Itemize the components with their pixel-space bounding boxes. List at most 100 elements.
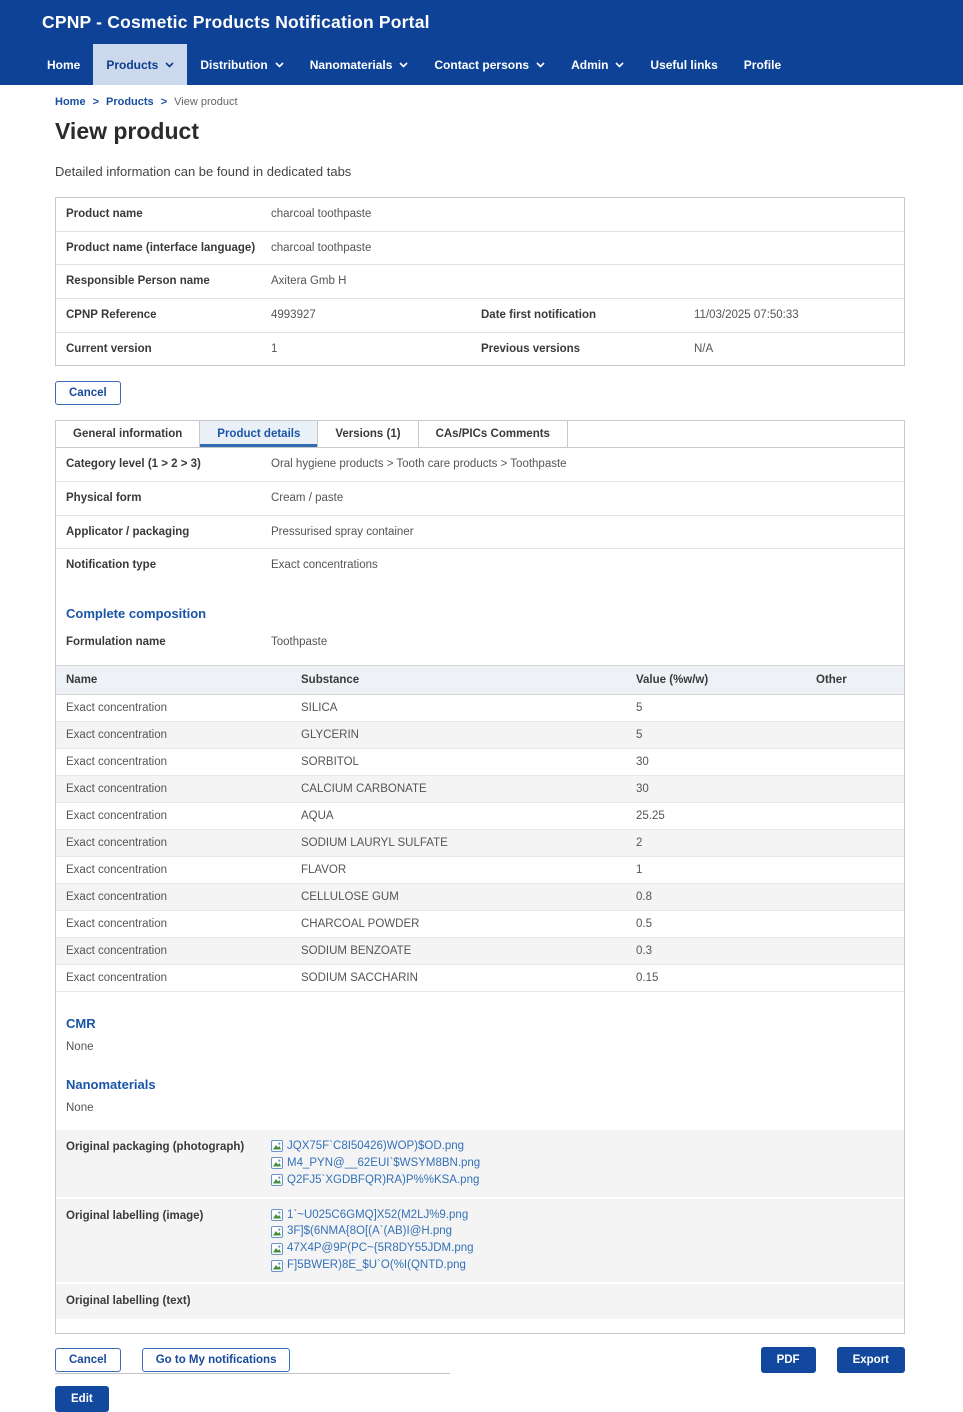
file-link[interactable]: F]5BWER)8E_$U`O(%I(QNTD.png — [271, 1258, 474, 1273]
file-link[interactable]: Q2FJ5`XGDBFQR)RA)P%%KSA.png — [271, 1173, 480, 1188]
row-name: Exact concentration — [56, 729, 301, 741]
main-nav: Home Products Distribution Nanomaterials… — [0, 44, 963, 85]
row-substance: SORBITOL — [301, 756, 636, 768]
image-file-icon — [271, 1140, 283, 1152]
row-other — [816, 729, 904, 741]
nav-item-nanomaterials[interactable]: Nanomaterials — [297, 44, 422, 85]
chevron-down-icon — [536, 62, 545, 68]
page-title: View product — [55, 118, 905, 145]
composition-table: Name Substance Value (%w/w) Other Exact … — [56, 665, 904, 992]
row-other — [816, 702, 904, 714]
row-other — [816, 810, 904, 822]
breadcrumb-link-home[interactable]: Home — [55, 96, 86, 108]
date-first-notification-value: 11/03/2025 07:50:33 — [694, 307, 799, 324]
file-link[interactable]: 3F]$(6NMA{8O[(A`(AB)I@H.png — [271, 1224, 474, 1239]
file-name: JQX75F`C8I50426)WOP)$OD.png — [287, 1139, 464, 1154]
product-tab-panel: General information Product details Vers… — [55, 420, 905, 1334]
row-substance: SODIUM BENZOATE — [301, 945, 636, 957]
nav-item-profile[interactable]: Profile — [731, 44, 794, 85]
row-name: Exact concentration — [56, 702, 301, 714]
tab-versions[interactable]: Versions (1) — [318, 421, 418, 447]
row-substance: AQUA — [301, 810, 636, 822]
image-file-icon — [271, 1174, 283, 1186]
complete-composition-heading: Complete composition — [66, 606, 904, 621]
detail-row-applicator: Applicator / packaging Pressurised spray… — [56, 516, 904, 550]
detail-row-physical-form: Physical form Cream / paste — [56, 482, 904, 516]
file-link[interactable]: 1`~U025C6GMQ]X52(M2LJ%9.png — [271, 1208, 474, 1223]
image-file-icon — [271, 1260, 283, 1272]
file-link[interactable]: 47X4P@9P(PC~{5R8DY55JDM.png — [271, 1241, 474, 1256]
row-name: Exact concentration — [56, 918, 301, 930]
table-row: Exact concentrationSILICA5 — [56, 695, 904, 722]
table-row: Exact concentrationFLAVOR1 — [56, 857, 904, 884]
table-row: Exact concentrationAQUA25.25 — [56, 803, 904, 830]
cmr-heading: CMR — [66, 1016, 904, 1031]
tab-general-information[interactable]: General information — [56, 421, 200, 447]
pdf-button[interactable]: PDF — [761, 1347, 816, 1373]
row-substance: CHARCOAL POWDER — [301, 918, 636, 930]
nav-item-label: Contact persons — [434, 58, 529, 72]
row-substance: CALCIUM CARBONATE — [301, 783, 636, 795]
edit-button[interactable]: Edit — [55, 1386, 109, 1412]
file-name: F]5BWER)8E_$U`O(%I(QNTD.png — [287, 1258, 466, 1273]
nav-item-products[interactable]: Products — [93, 44, 187, 85]
packaging-files: JQX75F`C8I50426)WOP)$OD.png M4_PYN@__62E… — [271, 1139, 480, 1188]
cancel-button-bottom[interactable]: Cancel — [55, 1348, 121, 1372]
cpnp-reference-value: 4993927 — [271, 307, 481, 324]
product-name-interface-label: Product name (interface language) — [56, 240, 271, 257]
nav-item-useful-links[interactable]: Useful links — [637, 44, 730, 85]
product-name-interface-value: charcoal toothpaste — [271, 240, 371, 257]
nav-item-home[interactable]: Home — [34, 44, 93, 85]
chevron-down-icon — [165, 62, 174, 68]
row-name: Exact concentration — [56, 783, 301, 795]
nav-item-admin[interactable]: Admin — [558, 44, 637, 85]
row-value: 1 — [636, 864, 816, 876]
nav-item-label: Products — [106, 58, 158, 72]
breadcrumb-current: View product — [174, 96, 237, 108]
file-link[interactable]: M4_PYN@__62EUI`$WSYM8BN.png — [271, 1156, 480, 1171]
row-name: Exact concentration — [56, 891, 301, 903]
attachment-row-labelling-text: Original labelling (text) — [56, 1284, 904, 1319]
image-file-icon — [271, 1209, 283, 1221]
row-substance: CELLULOSE GUM — [301, 891, 636, 903]
category-level-label: Category level (1 > 2 > 3) — [56, 456, 271, 473]
nav-item-label: Admin — [571, 58, 608, 72]
export-button[interactable]: Export — [837, 1347, 905, 1373]
row-other — [816, 837, 904, 849]
nav-item-distribution[interactable]: Distribution — [187, 44, 296, 85]
file-link[interactable]: JQX75F`C8I50426)WOP)$OD.png — [271, 1139, 480, 1154]
image-file-icon — [271, 1226, 283, 1238]
image-file-icon — [271, 1243, 283, 1255]
column-header-name: Name — [56, 674, 301, 686]
detail-row-notification-type: Notification type Exact concentrations — [56, 549, 904, 582]
row-value: 0.5 — [636, 918, 816, 930]
row-other — [816, 891, 904, 903]
tab-cas-pics-comments[interactable]: CAs/PICs Comments — [419, 421, 568, 447]
formulation-name-label: Formulation name — [56, 634, 271, 651]
attachment-row-labelling-image: Original labelling (image) 1`~U025C6GMQ]… — [56, 1199, 904, 1285]
breadcrumb-link-products[interactable]: Products — [106, 96, 154, 108]
nanomaterials-value: None — [66, 1102, 904, 1114]
cmr-value: None — [66, 1041, 904, 1053]
cancel-button-top[interactable]: Cancel — [55, 381, 121, 405]
physical-form-label: Physical form — [56, 490, 271, 507]
column-header-other: Other — [816, 674, 904, 686]
file-name: 47X4P@9P(PC~{5R8DY55JDM.png — [287, 1241, 474, 1256]
row-other — [816, 918, 904, 930]
row-value: 0.15 — [636, 972, 816, 984]
summary-row-cpnp-reference: CPNP Reference 4993927 Date first notifi… — [56, 299, 904, 333]
formulation-name-row: Formulation name Toothpaste — [56, 621, 904, 663]
table-row: Exact concentrationSODIUM SACCHARIN0.15 — [56, 965, 904, 992]
tab-product-details[interactable]: Product details — [200, 421, 318, 447]
page-subtitle: Detailed information can be found in ded… — [55, 164, 905, 179]
row-substance: SODIUM SACCHARIN — [301, 972, 636, 984]
file-name: 1`~U025C6GMQ]X52(M2LJ%9.png — [287, 1208, 468, 1223]
row-name: Exact concentration — [56, 810, 301, 822]
previous-versions-label: Previous versions — [481, 341, 694, 358]
nav-item-contact-persons[interactable]: Contact persons — [421, 44, 558, 85]
column-header-value: Value (%w/w) — [636, 674, 816, 686]
breadcrumb: Home > Products > View product — [55, 96, 905, 108]
file-name: M4_PYN@__62EUI`$WSYM8BN.png — [287, 1156, 480, 1171]
go-to-my-notifications-button[interactable]: Go to My notifications — [142, 1348, 291, 1372]
product-summary-table: Product name charcoal toothpaste Product… — [55, 197, 905, 366]
